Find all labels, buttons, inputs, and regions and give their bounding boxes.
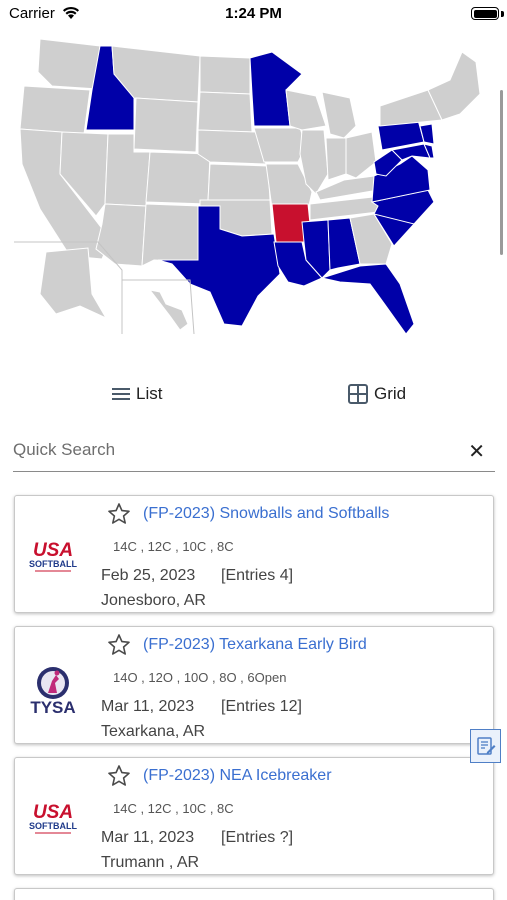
state-oh[interactable] — [345, 131, 377, 179]
view-toggle: List Grid — [0, 384, 507, 412]
event-date: Mar 11, 2023 — [101, 829, 195, 846]
state-fl[interactable] — [320, 263, 415, 334]
event-date: Mar 11, 2023 — [101, 698, 195, 715]
svg-text:SOFTBALL: SOFTBALL — [29, 821, 77, 831]
event-card[interactable]: TYSA (FP-2023) Texarkana Early Bird 14O … — [14, 626, 494, 744]
grid-icon — [348, 384, 368, 404]
state-wy[interactable] — [133, 97, 199, 153]
usa-softball-logo: USASOFTBALL — [29, 540, 77, 572]
favorite-star-icon[interactable] — [107, 502, 131, 526]
scrollbar[interactable] — [500, 90, 503, 255]
event-location: Trumann , AR — [101, 854, 200, 871]
grid-view-button[interactable]: Grid — [348, 384, 406, 404]
clear-search-button[interactable]: ✕ — [468, 439, 485, 464]
state-ky[interactable] — [315, 175, 379, 201]
usa-softball-logo: USASOFTBALL — [29, 802, 77, 834]
event-card[interactable] — [14, 888, 494, 900]
event-location: Texarkana, AR — [101, 723, 206, 740]
quick-search: ✕ — [13, 432, 495, 472]
svg-text:USA: USA — [33, 540, 73, 561]
event-location: Jonesboro, AR — [101, 592, 206, 609]
event-title[interactable]: (FP-2023) Texarkana Early Bird — [143, 636, 367, 654]
svg-text:TYSA: TYSA — [30, 698, 75, 715]
event-entries: [Entries 4] — [221, 567, 294, 584]
state-co[interactable] — [145, 151, 211, 205]
us-state-map[interactable] — [10, 34, 490, 334]
battery-icon — [471, 7, 499, 20]
state-wi[interactable] — [285, 89, 327, 131]
list-view-label: List — [136, 384, 163, 403]
tysa-logo: TYSA — [30, 667, 76, 715]
event-divisions: 14C , 12C , 10C , 8C — [113, 539, 234, 554]
state-mi[interactable] — [321, 91, 357, 139]
list-view-button[interactable]: List — [112, 384, 162, 404]
grid-view-label: Grid — [374, 384, 407, 403]
event-card[interactable]: USA SOFTBALL (FP-2023) Snowballs and Soft… — [14, 495, 494, 613]
svg-text:SOFTBALL: SOFTBALL — [29, 559, 77, 569]
state-wa[interactable] — [37, 38, 101, 90]
search-input[interactable] — [13, 432, 453, 468]
state-nd[interactable] — [199, 55, 251, 95]
state-az[interactable] — [95, 203, 147, 267]
state-or[interactable] — [19, 85, 91, 135]
event-entries: [Entries ?] — [221, 829, 294, 846]
event-title[interactable]: (FP-2023) NEA Icebreaker — [143, 767, 332, 785]
state-ks[interactable] — [207, 163, 271, 201]
state-sd[interactable] — [197, 91, 253, 133]
state-nm[interactable] — [141, 203, 201, 267]
svg-text:USA: USA — [33, 802, 73, 823]
favorite-star-icon[interactable] — [107, 764, 131, 788]
list-icon — [112, 388, 130, 400]
event-entries: [Entries 12] — [221, 698, 302, 715]
status-bar: Carrier 1:24 PM — [0, 0, 507, 28]
event-divisions: 14O , 12O , 10O , 8O , 6Open — [113, 670, 287, 685]
clock: 1:24 PM — [225, 5, 282, 22]
favorite-star-icon[interactable] — [107, 633, 131, 657]
edit-note-icon — [476, 737, 495, 755]
event-card[interactable]: USA SOFTBALL (FP-2023) NEA Icebreaker 14C… — [14, 757, 494, 875]
event-divisions: 14C , 12C , 10C , 8C — [113, 801, 234, 816]
state-hi[interactable] — [148, 289, 189, 331]
state-in[interactable] — [325, 137, 347, 181]
notes-button[interactable] — [470, 729, 501, 763]
event-list: USA SOFTBALL (FP-2023) Snowballs and Soft… — [14, 495, 494, 900]
event-date: Feb 25, 2023 — [101, 567, 196, 584]
event-title[interactable]: (FP-2023) Snowballs and Softballs — [143, 505, 389, 523]
